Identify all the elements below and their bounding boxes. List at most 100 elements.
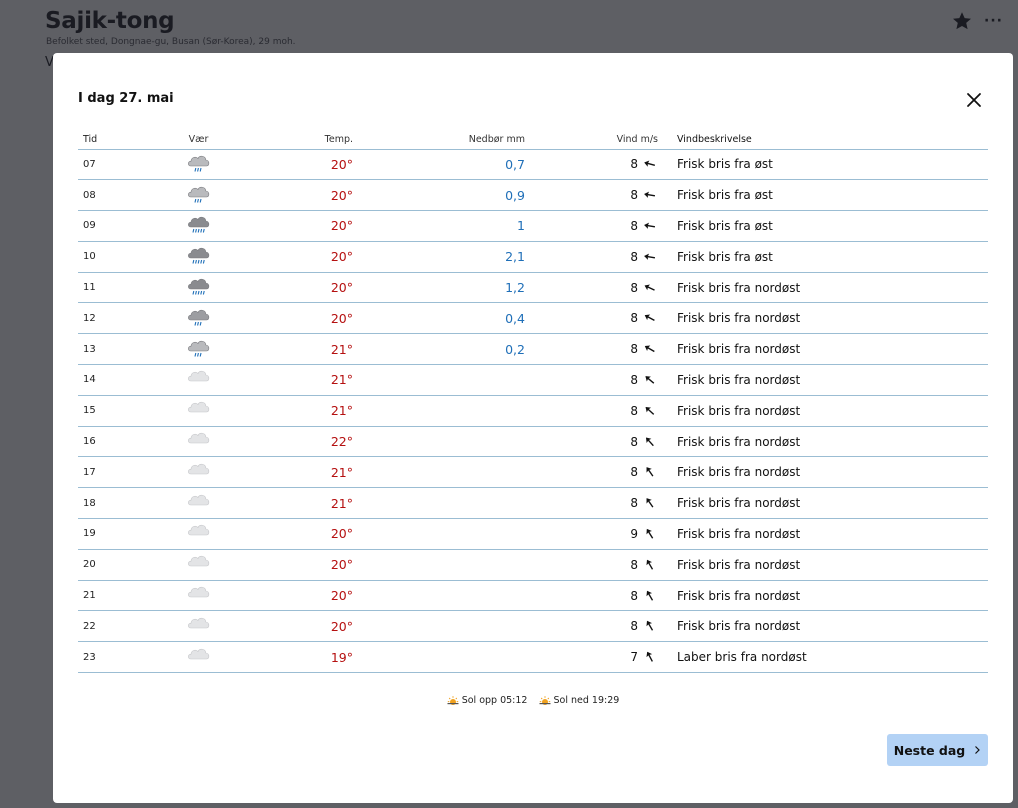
- wind-cell: 8: [525, 272, 662, 304]
- cloud-icon: [187, 402, 209, 413]
- wind-speed: 8: [630, 557, 638, 572]
- wind-arrow-icon: [645, 376, 655, 384]
- star-icon[interactable]: [951, 10, 973, 32]
- weather-cell: [156, 364, 241, 396]
- wind-speed: 8: [630, 619, 638, 634]
- table-row: 10 20° 2,1 8 Frisk bris fra øst: [78, 241, 988, 273]
- cloud-icon: [187, 433, 209, 444]
- hour-cell: 19: [78, 518, 156, 550]
- weather-cell: [156, 302, 241, 335]
- wind-value: 8: [630, 404, 658, 418]
- temperature-cell: 20°: [241, 518, 353, 550]
- wind-arrow-icon: [646, 528, 654, 539]
- wind-description-cell: Frisk bris fra nordøst: [662, 364, 988, 396]
- table-row: 11 20° 1,2 8 Frisk bris fra nordøst: [78, 272, 988, 304]
- temperature-cell: 21°: [241, 364, 353, 396]
- hour-cell: 09: [78, 210, 156, 242]
- sunrise: Sol opp 05:12: [447, 695, 527, 706]
- precipitation-cell: [353, 395, 525, 427]
- wind-value: 7: [630, 650, 658, 664]
- temperature-cell: 20°: [241, 241, 353, 273]
- hourly-table: Tid Vær Temp. Nedbør mm Vind m/s Vindbes…: [78, 130, 988, 674]
- wind-arrow-icon: [644, 191, 656, 199]
- wind-cell: 8: [525, 426, 662, 458]
- temperature-cell: 19°: [241, 641, 353, 674]
- cloud-icon: [187, 617, 209, 629]
- more-icon[interactable]: ···: [984, 10, 1006, 32]
- rain-cloud-icon: [187, 217, 209, 234]
- table-row: 20 20° 8 Frisk bris fra nordøst: [78, 549, 988, 581]
- wind-value: 8: [630, 435, 658, 449]
- precipitation-cell: [353, 641, 525, 674]
- rain-cloud-icon: [187, 279, 209, 295]
- wind-description-cell: Frisk bris fra nordøst: [662, 426, 988, 458]
- table-row: 18 21° 8 Frisk bris fra nordøst: [78, 487, 988, 520]
- weather-cell: [156, 549, 241, 581]
- wind-cell: 8: [525, 302, 662, 335]
- wind-cell: 8: [525, 149, 662, 181]
- rain-cloud-icon: [187, 155, 209, 172]
- temperature-cell: 20°: [241, 272, 353, 304]
- wind-speed: 8: [630, 403, 638, 418]
- cloud-icon: [187, 648, 209, 659]
- cloud-icon: [187, 525, 209, 536]
- cloud-icon: [187, 586, 209, 598]
- precipitation-cell: [353, 426, 525, 458]
- sunrise-icon: [447, 696, 459, 705]
- wind-arrow-icon: [646, 590, 654, 601]
- weather-cell: [156, 272, 241, 304]
- wind-arrow-icon: [645, 437, 654, 446]
- table-row: 08 20° 0,9 8 Frisk bris fra øst: [78, 179, 988, 212]
- page-subtitle: Befolket sted, Dongnae-gu, Busan (Sør-Ko…: [46, 37, 296, 47]
- wind-arrow-icon: [644, 222, 656, 229]
- wind-cell: 7: [525, 641, 662, 674]
- wind-speed: 8: [630, 372, 638, 387]
- table-row: 22 20° 8 Frisk bris fra nordøst: [78, 610, 988, 643]
- table-row: 21 20° 8 Frisk bris fra nordøst: [78, 580, 988, 612]
- hour-cell: 15: [78, 395, 156, 427]
- close-icon[interactable]: [964, 90, 984, 110]
- weather-cell: [156, 518, 241, 550]
- table-row: 12 20° 0,4 8 Frisk bris fra nordøst: [78, 302, 988, 335]
- wind-speed: 7: [630, 650, 638, 665]
- precipitation-cell: [353, 518, 525, 550]
- table-row: 09 20° 1 8 Frisk bris fra øst: [78, 210, 988, 242]
- temperature-cell: 20°: [241, 302, 353, 335]
- wind-description-cell: Frisk bris fra nordøst: [662, 518, 988, 550]
- next-day-button[interactable]: Neste dag: [887, 734, 988, 766]
- sunset: Sol ned 19:29: [539, 695, 620, 706]
- wind-description-cell: Frisk bris fra nordøst: [662, 272, 988, 304]
- sun-times: Sol opp 05:12 Sol ned 19:29: [53, 695, 1013, 709]
- hour-cell: 07: [78, 149, 156, 181]
- precipitation-cell: 1,2: [353, 272, 525, 304]
- wind-arrow-icon: [646, 559, 654, 570]
- table-row: 23 19° 7 Laber bris fra nordøst: [78, 641, 988, 674]
- precipitation-cell: 0,4: [353, 302, 525, 335]
- temperature-cell: 21°: [241, 395, 353, 427]
- weather-cell: [156, 580, 241, 612]
- wind-cell: 8: [525, 456, 662, 489]
- sunset-label: Sol ned 19:29: [553, 695, 620, 706]
- wind-value: 8: [630, 281, 658, 295]
- wind-value: 8: [630, 311, 658, 325]
- cloud-icon: [187, 371, 209, 382]
- wind-cell: 8: [525, 395, 662, 427]
- table-row: 19 20° 9 Frisk bris fra nordøst: [78, 518, 988, 550]
- hour-cell: 14: [78, 364, 156, 396]
- wind-arrow-icon: [644, 345, 655, 353]
- temperature-cell: 20°: [241, 210, 353, 242]
- wind-description-cell: Frisk bris fra nordøst: [662, 487, 988, 520]
- wind-value: 8: [630, 188, 658, 202]
- wind-cell: 8: [525, 333, 662, 366]
- wind-value: 8: [630, 342, 658, 356]
- precipitation-cell: [353, 549, 525, 581]
- table-row: 07 20° 0,7 8 Frisk bris fra øst: [78, 149, 988, 181]
- hour-cell: 21: [78, 580, 156, 612]
- wind-description-cell: Frisk bris fra nordøst: [662, 333, 988, 366]
- wind-speed: 8: [630, 311, 638, 326]
- wind-arrow-icon: [644, 314, 655, 322]
- precipitation-cell: 0,9: [353, 179, 525, 212]
- wind-arrow-icon: [646, 651, 653, 662]
- wind-description-cell: Frisk bris fra øst: [662, 149, 988, 181]
- wind-arrow-icon: [645, 406, 655, 415]
